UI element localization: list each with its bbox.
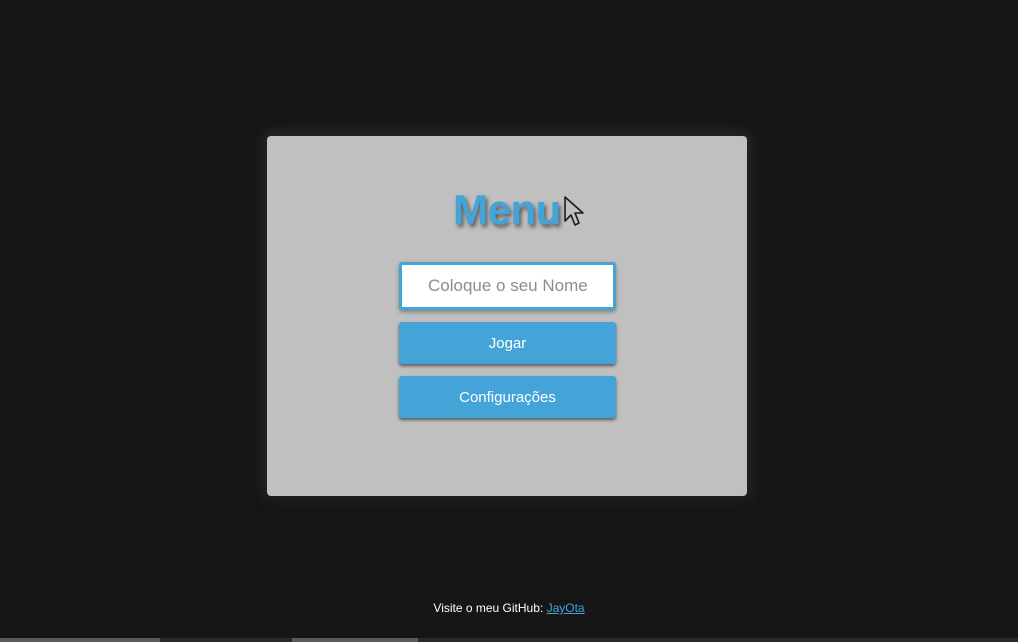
- github-link[interactable]: JayOta: [547, 601, 585, 615]
- bottom-scrollbar[interactable]: [0, 638, 1018, 642]
- mouse-pointer-icon: [564, 196, 584, 226]
- footer: Visite o meu GitHub: JayOta: [0, 601, 1018, 615]
- play-button[interactable]: Jogar: [399, 322, 616, 364]
- footer-text: Visite o meu GitHub:: [433, 601, 547, 615]
- scrollbar-segment: [0, 638, 160, 642]
- settings-button[interactable]: Configurações: [399, 376, 616, 418]
- menu-title: Menu: [453, 186, 561, 233]
- scrollbar-segment: [292, 638, 418, 642]
- name-input[interactable]: [399, 262, 616, 310]
- page: Menu Jogar Configurações Visite o meu Gi…: [0, 0, 1018, 642]
- menu-card: Menu Jogar Configurações: [267, 136, 747, 496]
